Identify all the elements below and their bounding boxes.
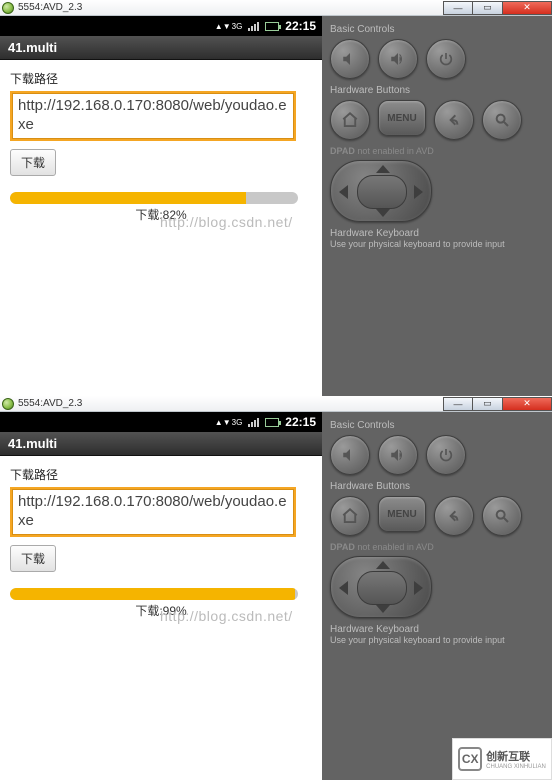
logo-sub: CHUANG XINHULIAN xyxy=(486,764,546,770)
signal-icon xyxy=(248,22,259,31)
progress-bar xyxy=(10,588,298,600)
progress-fill xyxy=(10,588,295,600)
search-button[interactable] xyxy=(482,496,522,536)
dpad-down[interactable] xyxy=(376,209,390,217)
menu-button[interactable]: MENU xyxy=(378,100,426,136)
url-input[interactable]: http://192.168.0.170:8080/web/youdao.exe xyxy=(10,487,296,537)
clock: 22:15 xyxy=(285,19,316,33)
dpad-left[interactable] xyxy=(339,185,348,199)
home-button[interactable] xyxy=(330,496,370,536)
dpad-center[interactable] xyxy=(357,175,407,209)
window-title: 5554:AVD_2.3 xyxy=(18,2,82,13)
window-titlebar[interactable]: 5554:AVD_2.3 — ▭ ✕ xyxy=(0,396,552,412)
hw-keyboard-sub: Use your physical keyboard to provide in… xyxy=(330,635,544,645)
android-icon xyxy=(2,2,14,14)
signal-icon xyxy=(248,418,259,427)
network-icon: ▲▼3G xyxy=(215,418,243,427)
window-controls: — ▭ ✕ xyxy=(443,397,552,411)
dpad-right[interactable] xyxy=(414,185,423,199)
dpad-right[interactable] xyxy=(414,581,423,595)
dpad-left[interactable] xyxy=(339,581,348,595)
minimize-button[interactable]: — xyxy=(443,397,473,411)
download-button[interactable]: 下载 xyxy=(10,545,56,572)
power-button[interactable] xyxy=(426,435,466,475)
dpad-up[interactable] xyxy=(376,165,390,173)
url-input[interactable]: http://192.168.0.170:8080/web/youdao.exe xyxy=(10,91,296,141)
progress-bar xyxy=(10,192,298,204)
back-button[interactable] xyxy=(434,496,474,536)
progress-text: 下载:82% xyxy=(10,206,312,223)
emulator-sidepanel: Basic Controls Hardware Buttons MENU DPA… xyxy=(322,412,552,780)
status-bar: ▲▼3G 22:15 xyxy=(0,16,322,36)
basic-controls-heading: Basic Controls xyxy=(330,420,544,431)
back-button[interactable] xyxy=(434,100,474,140)
battery-icon xyxy=(265,418,279,427)
hw-keyboard-heading: Hardware Keyboard xyxy=(330,624,544,635)
maximize-button[interactable]: ▭ xyxy=(473,397,503,411)
volume-down-button[interactable] xyxy=(330,39,370,79)
emulator-window: 5554:AVD_2.3 — ▭ ✕ ▲▼3G 22:15 41.multi 下… xyxy=(0,0,552,396)
search-button[interactable] xyxy=(482,100,522,140)
dpad-up[interactable] xyxy=(376,561,390,569)
android-icon xyxy=(2,398,14,410)
emulator-sidepanel: Basic Controls Hardware Buttons MENU DPA… xyxy=(322,16,552,396)
maximize-button[interactable]: ▭ xyxy=(473,1,503,15)
home-button[interactable] xyxy=(330,100,370,140)
close-button[interactable]: ✕ xyxy=(503,1,552,15)
hardware-buttons-heading: Hardware Buttons xyxy=(330,85,544,96)
close-button[interactable]: ✕ xyxy=(503,397,552,411)
volume-up-button[interactable] xyxy=(378,435,418,475)
app-title: 41.multi xyxy=(0,432,322,456)
basic-controls-heading: Basic Controls xyxy=(330,24,544,35)
window-titlebar[interactable]: 5554:AVD_2.3 — ▭ ✕ xyxy=(0,0,552,16)
hw-keyboard-heading: Hardware Keyboard xyxy=(330,228,544,239)
network-icon: ▲▼3G xyxy=(215,22,243,31)
dpad-note: DPAD not enabled in AVD xyxy=(330,542,544,552)
android-screen: ▲▼3G 22:15 41.multi 下载路径 http://192.168.… xyxy=(0,412,322,780)
logo-overlay: CX 创新互联 CHUANG XINHULIAN xyxy=(452,738,552,780)
dpad-center[interactable] xyxy=(357,571,407,605)
download-button[interactable]: 下载 xyxy=(10,149,56,176)
dpad-down[interactable] xyxy=(376,605,390,613)
dpad[interactable] xyxy=(330,556,432,618)
hw-keyboard-sub: Use your physical keyboard to provide in… xyxy=(330,239,544,249)
path-label: 下载路径 xyxy=(10,70,312,87)
android-screen: ▲▼3G 22:15 41.multi 下载路径 http://192.168.… xyxy=(0,16,322,396)
app-title: 41.multi xyxy=(0,36,322,60)
window-title: 5554:AVD_2.3 xyxy=(18,398,82,409)
battery-icon xyxy=(265,22,279,31)
emulator-window: 5554:AVD_2.3 — ▭ ✕ ▲▼3G 22:15 41.multi 下… xyxy=(0,396,552,780)
progress-text: 下载:99% xyxy=(10,602,312,619)
logo-name: 创新互联 xyxy=(486,748,546,764)
dpad[interactable] xyxy=(330,160,432,222)
path-label: 下载路径 xyxy=(10,466,312,483)
window-controls: — ▭ ✕ xyxy=(443,1,552,15)
progress-fill xyxy=(10,192,246,204)
clock: 22:15 xyxy=(285,415,316,429)
power-button[interactable] xyxy=(426,39,466,79)
menu-button[interactable]: MENU xyxy=(378,496,426,532)
volume-up-button[interactable] xyxy=(378,39,418,79)
logo-mark: CX xyxy=(458,747,482,771)
hardware-buttons-heading: Hardware Buttons xyxy=(330,481,544,492)
dpad-note: DPAD not enabled in AVD xyxy=(330,146,544,156)
volume-down-button[interactable] xyxy=(330,435,370,475)
status-bar: ▲▼3G 22:15 xyxy=(0,412,322,432)
minimize-button[interactable]: — xyxy=(443,1,473,15)
